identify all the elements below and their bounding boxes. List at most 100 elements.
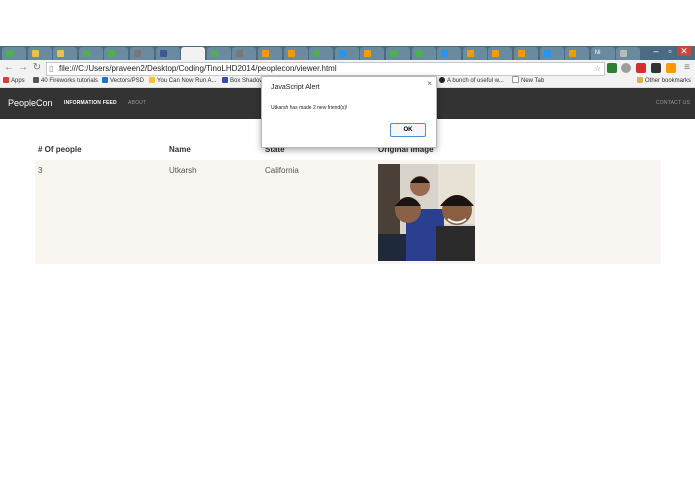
tab-favicon-icon (620, 50, 628, 57)
url-text: file:///C:/Users/praveen2/Desktop/Coding… (59, 64, 337, 73)
tab-favicon-icon (313, 50, 321, 57)
star-icon[interactable]: ☆ (594, 63, 601, 75)
bookmark-other[interactable]: Other bookmarks (637, 76, 691, 87)
browser-tab[interactable] (488, 47, 513, 60)
tab-favicon-icon (569, 50, 577, 57)
tab-favicon-icon (441, 50, 449, 57)
tab-favicon-icon (287, 50, 295, 57)
browser-tab[interactable] (539, 47, 564, 60)
bookmark-icon (439, 77, 445, 83)
tab-favicon-icon (466, 50, 474, 57)
browser-tab[interactable]: Ni (590, 47, 615, 60)
header-count: # Of people (38, 145, 82, 154)
tab-favicon-icon (236, 50, 244, 57)
tab-favicon-icon (338, 50, 346, 57)
browser-tab[interactable] (334, 47, 359, 60)
tab-favicon-icon (210, 50, 218, 57)
back-icon[interactable]: ← (3, 62, 15, 74)
minimize-icon[interactable]: – (649, 46, 663, 56)
nav-information-feed[interactable]: INFORMATION FEED (64, 88, 117, 119)
close-window-icon[interactable]: ✕ (677, 46, 691, 56)
tab-favicon-icon (543, 50, 551, 57)
browser-tab[interactable] (78, 47, 103, 60)
browser-tab[interactable] (616, 47, 641, 60)
cell-state: California (265, 166, 299, 175)
tab-favicon-icon (134, 50, 141, 57)
tab-favicon-icon (57, 50, 65, 57)
browser-tab[interactable] (181, 47, 206, 60)
forward-icon[interactable]: → (17, 62, 29, 74)
browser-tab[interactable] (411, 47, 436, 60)
browser-tab[interactable] (462, 47, 487, 60)
extension-icon[interactable] (621, 63, 631, 73)
tab-favicon-icon (185, 50, 193, 57)
bookmark-icon (222, 77, 228, 83)
extension-icon[interactable] (636, 63, 646, 73)
tab-favicon-icon (31, 50, 39, 57)
tab-favicon-icon (82, 50, 90, 57)
bookmark-item[interactable]: Vectors/PSD (102, 76, 144, 87)
browser-tab[interactable] (437, 47, 462, 60)
extension-icon[interactable] (607, 63, 617, 73)
tab-favicon-icon (108, 50, 116, 57)
brand-logo[interactable]: PeopleCon (8, 88, 53, 119)
tab-favicon-icon (492, 50, 500, 57)
apps-icon (3, 77, 9, 83)
browser-tab[interactable] (232, 47, 257, 60)
bookmark-item[interactable]: 40 Fireworks tutorials (33, 76, 98, 87)
bookmark-icon (33, 77, 39, 83)
browser-tab[interactable] (2, 47, 26, 60)
bookmark-item[interactable]: You Can Now Run A... (149, 76, 216, 87)
browser-tab[interactable] (53, 47, 78, 60)
tab-label: Ni (594, 50, 601, 56)
javascript-alert-dialog: JavaScript Alert × Utkarsh has made 2 ne… (261, 76, 437, 148)
extension-icon[interactable] (651, 63, 661, 73)
nav-contact-us[interactable]: CONTACT US (656, 88, 690, 119)
cell-count: 3 (38, 166, 43, 175)
dialog-title: JavaScript Alert (271, 84, 320, 91)
tab-favicon-icon (390, 50, 397, 57)
maximize-icon[interactable]: ▫ (663, 46, 677, 56)
header-name: Name (169, 145, 191, 154)
bookmark-icon (102, 77, 108, 83)
page-icon (512, 76, 519, 83)
bookmark-icon (149, 77, 155, 83)
browser-tab[interactable] (206, 47, 231, 60)
browser-tab[interactable] (258, 47, 282, 60)
menu-icon[interactable]: ≡ (681, 62, 693, 74)
tab-favicon-icon (262, 50, 269, 57)
browser-tab[interactable] (283, 47, 308, 60)
browser-tab[interactable] (386, 47, 410, 60)
close-icon[interactable]: × (427, 79, 432, 88)
reload-icon[interactable]: ↻ (31, 62, 43, 74)
tab-favicon-icon (518, 50, 525, 57)
bookmark-item[interactable]: Box Shadow (222, 76, 264, 87)
nav-about[interactable]: ABOUT (128, 88, 146, 119)
table-row: 3 Utkarsh California (35, 160, 661, 264)
bookmark-item[interactable]: A bunch of useful w... (439, 76, 504, 87)
browser-tab[interactable] (309, 47, 334, 60)
cell-name: Utkarsh (169, 166, 197, 175)
bookmark-apps[interactable]: Apps (3, 76, 25, 87)
tab-favicon-icon (159, 50, 167, 57)
browser-tab[interactable] (514, 47, 538, 60)
browser-tab[interactable] (130, 47, 154, 60)
address-toolbar: ← → ↻ ▯ file:///C:/Users/praveen2/Deskto… (0, 60, 695, 76)
page-icon: ▯ (49, 64, 54, 73)
folder-icon (637, 77, 643, 83)
person-photo (378, 164, 475, 261)
browser-tab-strip: Ni – ▫ ✕ (0, 46, 695, 60)
bookmark-item[interactable]: New Tab (512, 76, 544, 87)
browser-tab[interactable] (565, 47, 590, 60)
tab-favicon-icon (364, 50, 372, 57)
tab-favicon-icon (415, 50, 423, 57)
extension-icon[interactable] (666, 63, 676, 73)
tab-favicon-icon (6, 50, 13, 57)
browser-tab[interactable] (104, 47, 129, 60)
browser-tab[interactable] (155, 47, 180, 60)
address-input[interactable]: ▯ file:///C:/Users/praveen2/Desktop/Codi… (46, 62, 605, 76)
dialog-message: Utkarsh has made 2 new friend(s)! (271, 105, 348, 111)
browser-tab[interactable] (27, 47, 52, 60)
ok-button[interactable]: OK (390, 123, 426, 137)
browser-tab[interactable] (360, 47, 385, 60)
